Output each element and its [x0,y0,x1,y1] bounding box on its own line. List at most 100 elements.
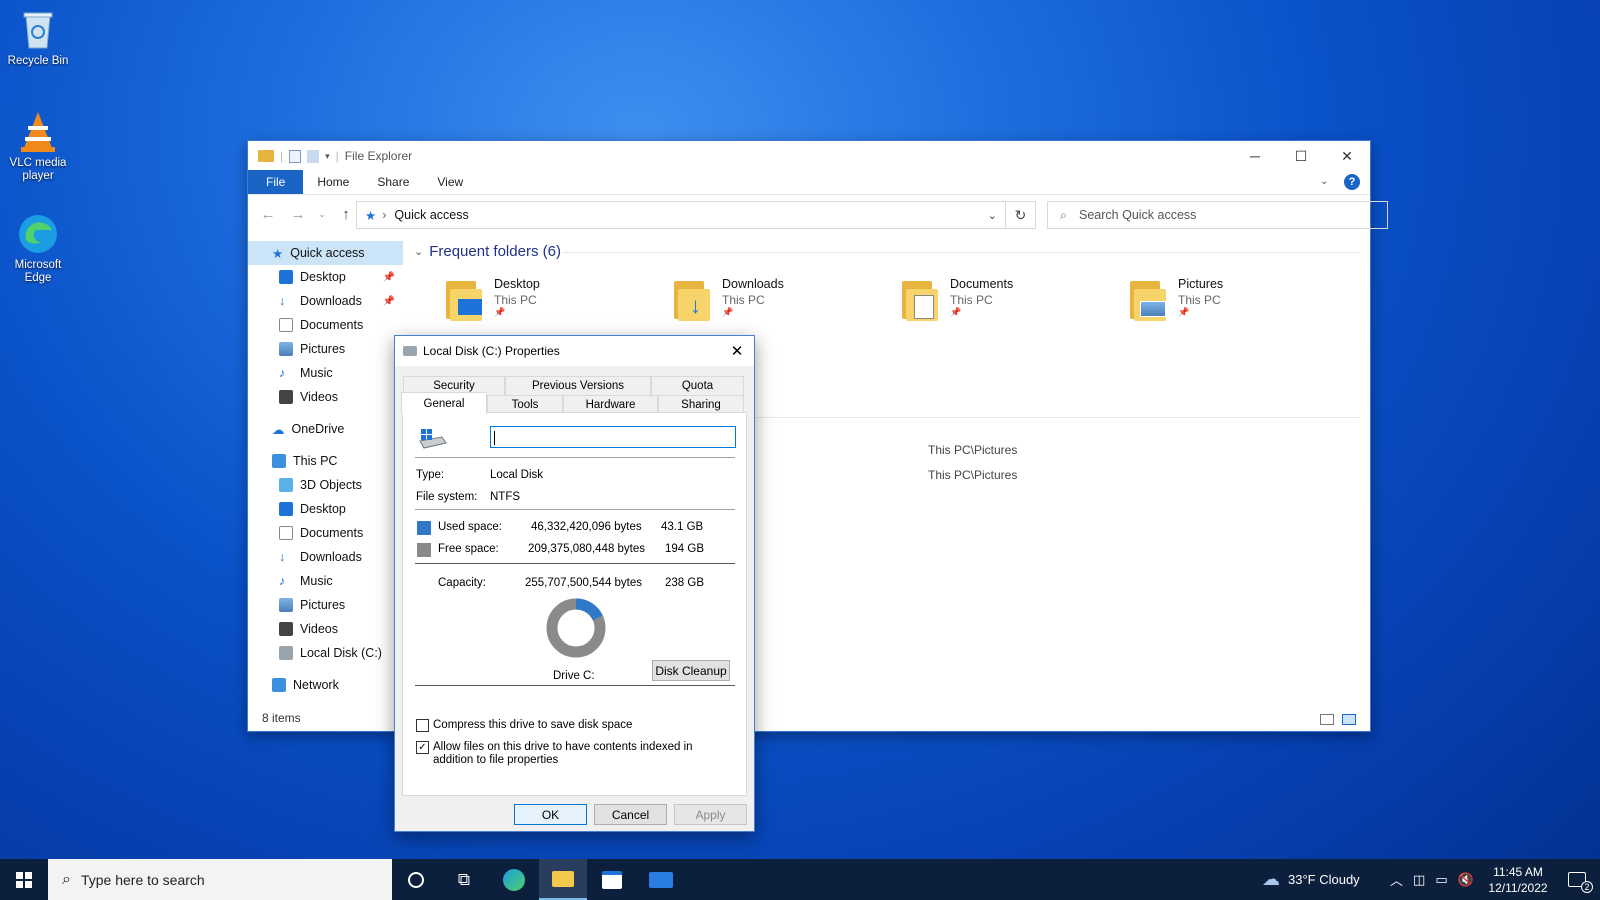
desktop-icon-vlc[interactable]: VLC media player [2,110,74,183]
sidebar-item-videos[interactable]: Videos [248,385,403,409]
forward-arrow-icon[interactable]: → [286,206,310,223]
drive-name-input[interactable] [490,426,736,448]
free-space-swatch [417,543,431,557]
tab-share[interactable]: Share [363,170,423,194]
navigation-pane: ★ Quick access Desktop 📌 ↓ Downloads 📌 Docu… [248,241,403,716]
taskbar-search-box[interactable]: ⌕ Type here to search [48,859,392,900]
close-button[interactable]: ✕ [1324,141,1370,171]
pin-icon: 📌 [950,307,962,317]
tab-previous-versions[interactable]: Previous Versions [505,376,651,395]
recent-file-location: This PC\Pictures [928,468,1018,482]
start-button[interactable] [0,859,48,900]
maximize-button[interactable]: ☐ [1278,141,1324,171]
ok-button[interactable]: OK [514,804,587,825]
pin-icon: 📌 [382,295,395,307]
folder-tile-desktop[interactable]: Desktop This PC 📌 [442,277,540,321]
tab-quota[interactable]: Quota [651,376,744,395]
sidebar-item-downloads[interactable]: ↓ Downloads 📌 [248,289,403,313]
ribbon-expand-icon[interactable]: ⌄ [1320,170,1340,194]
refresh-icon[interactable]: ↻ [1006,201,1036,229]
properties-icon[interactable] [289,149,302,163]
disk-cleanup-button[interactable]: Disk Cleanup [652,660,730,681]
tab-general[interactable]: General [401,392,487,414]
folder-tile-pictures[interactable]: Pictures This PC 📌 [1126,277,1223,321]
qat-dropdown-icon[interactable]: ▾ [325,151,330,162]
details-view-icon[interactable] [1320,714,1334,725]
clock[interactable]: 11:45 AM 12/11/2022 [1478,859,1558,900]
task-view-icon[interactable]: ⧉ [440,859,488,900]
minimize-button[interactable]: ─ [1232,141,1278,171]
up-arrow-icon[interactable]: ↑ [334,206,358,223]
network-icon[interactable]: ▭ [1435,872,1447,888]
sidebar-item-pictures[interactable]: Pictures [248,337,403,361]
tab-home[interactable]: Home [303,170,363,194]
folder-desktop-icon [442,277,486,321]
volume-muted-icon[interactable]: 🔇 [1458,872,1474,888]
sidebar-item-quick-access[interactable]: ★ Quick access [248,241,403,265]
tab-view[interactable]: View [423,170,477,194]
sidebar-item-3d-objects[interactable]: 3D Objects [248,473,403,497]
sidebar-item-pc-pictures[interactable]: Pictures [248,593,403,617]
dialog-close-button[interactable]: ✕ [720,336,754,366]
index-checkbox[interactable]: ✓ [416,741,429,754]
new-folder-icon[interactable] [307,149,320,163]
status-text: 8 items [262,711,301,725]
search-input[interactable]: ⌕ Search Quick access [1047,201,1388,229]
pictures-icon [279,342,293,356]
document-icon [279,526,293,540]
meet-now-icon[interactable]: ◫ [1413,872,1425,888]
sidebar-item-this-pc[interactable]: This PC [248,449,403,473]
frequent-folders-header[interactable]: ⌄ Frequent folders (6) [414,243,561,260]
sidebar-item-pc-documents[interactable]: Documents [248,521,403,545]
folder-tile-documents[interactable]: Documents This PC 📌 [898,277,1013,321]
used-space-bytes: 46,332,420,096 bytes [531,521,642,533]
sidebar-item-local-disk[interactable]: Local Disk (C:) [248,641,403,665]
compress-checkbox[interactable] [416,719,429,732]
notification-icon: 2 [1568,872,1593,893]
store-taskbar-icon[interactable] [588,859,636,900]
sidebar-item-pc-downloads[interactable]: ↓ Downloads [248,545,403,569]
used-space-label: Used space: [438,521,502,533]
free-space-label: Free space: [438,543,499,555]
mail-taskbar-icon[interactable] [637,859,685,900]
sidebar-item-documents[interactable]: Documents [248,313,403,337]
folder-tile-downloads[interactable]: ↓ Downloads This PC 📌 [670,277,784,321]
videos-icon [279,622,293,636]
capacity-bytes: 255,707,500,544 bytes [525,577,643,589]
desktop-icon-edge[interactable]: Microsoft Edge [2,212,74,285]
sidebar-item-music[interactable]: ♪ Music [248,361,403,385]
desktop-icon-recycle-bin[interactable]: Recycle Bin [2,8,74,68]
cortana-icon[interactable] [392,859,440,900]
sidebar-item-pc-music[interactable]: ♪ Music [248,569,403,593]
file-explorer-taskbar-icon[interactable] [539,859,587,900]
vlc-cone-icon [16,110,60,154]
download-arrow-icon: ↓ [279,294,286,308]
address-dropdown-icon[interactable]: ⌄ [988,209,997,222]
chevron-up-icon[interactable]: ︿ [1390,870,1403,889]
recent-locations-icon[interactable]: ⌄ [316,209,328,220]
computer-icon [272,454,286,468]
large-icons-view-icon[interactable] [1342,714,1356,725]
address-bar[interactable]: ★ › Quick access ⌄ [356,201,1006,229]
sidebar-item-pc-desktop[interactable]: Desktop [248,497,403,521]
sidebar-item-pc-videos[interactable]: Videos [248,617,403,641]
pin-icon: 📌 [382,271,395,283]
notification-count: 2 [1581,881,1593,893]
tab-file[interactable]: File [248,170,304,194]
weather-widget[interactable]: ☁ 33°F Cloudy [1262,859,1360,900]
cube-icon [279,478,293,492]
edge-taskbar-icon[interactable] [490,859,538,900]
cancel-button[interactable]: Cancel [594,804,667,825]
cloud-icon: ☁ [272,422,285,437]
sidebar-item-onedrive[interactable]: ☁ OneDrive [248,417,403,441]
sidebar-item-network[interactable]: Network [248,673,403,697]
apply-button[interactable]: Apply [674,804,747,825]
sidebar-item-desktop[interactable]: Desktop 📌 [248,265,403,289]
filesystem-value: NTFS [490,491,521,503]
clock-time: 11:45 AM [1493,864,1543,879]
help-icon[interactable]: ? [1344,174,1360,190]
back-arrow-icon[interactable]: ← [256,206,280,223]
videos-icon [279,390,293,404]
notification-center-button[interactable]: 2 [1560,859,1594,900]
disk-usage-donut-chart [546,598,606,658]
